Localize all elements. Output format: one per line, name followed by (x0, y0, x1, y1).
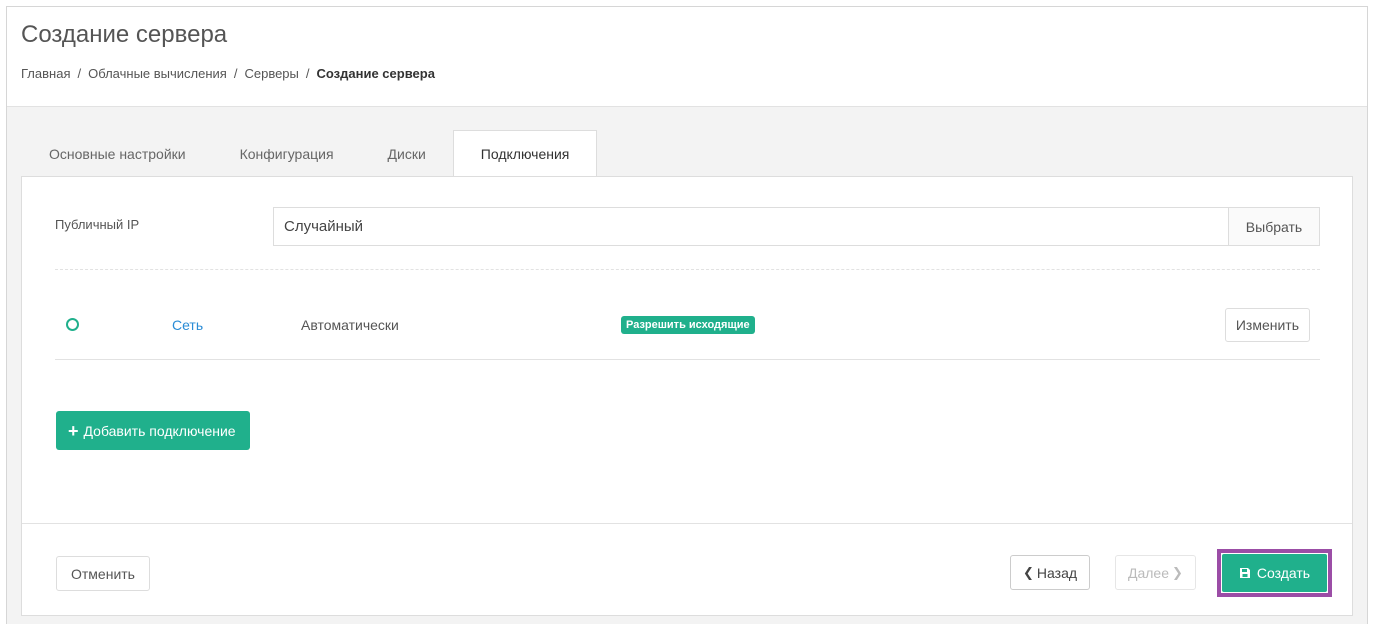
back-label: Назад (1036, 564, 1078, 581)
cancel-button[interactable]: Отменить (56, 556, 150, 591)
chevron-right-icon: ❯ (1172, 564, 1183, 580)
network-link[interactable]: Сеть (172, 317, 203, 333)
tab-connections[interactable]: Подключения (452, 130, 598, 177)
page-header: Создание сервера Главная / Облачные вычи… (7, 7, 1367, 107)
breadcrumb-home[interactable]: Главная (21, 66, 70, 81)
tab-configuration[interactable]: Конфигурация (213, 130, 361, 177)
breadcrumb: Главная / Облачные вычисления / Серверы … (21, 66, 435, 81)
tab-disks[interactable]: Диски (361, 130, 453, 177)
create-label: Создать (1256, 565, 1311, 581)
plus-icon: + (68, 420, 79, 441)
chevron-left-icon: ❮ (1023, 564, 1034, 580)
footer-divider (22, 523, 1352, 524)
tab-basic-settings[interactable]: Основные настройки (22, 130, 213, 177)
tab-bar: Основные настройки Конфигурация Диски По… (22, 130, 598, 177)
breadcrumb-current: Создание сервера (316, 66, 435, 81)
select-ip-button[interactable]: Выбрать (1228, 207, 1320, 246)
public-ip-label: Публичный IP (55, 217, 140, 232)
next-button: Далее ❯ (1115, 555, 1196, 590)
breadcrumb-separator: / (305, 66, 310, 81)
change-connection-button[interactable]: Изменить (1224, 308, 1310, 342)
breadcrumb-cloud-computing[interactable]: Облачные вычисления (88, 66, 227, 81)
breadcrumb-separator: / (233, 66, 238, 81)
add-connection-button[interactable]: + Добавить подключение (56, 411, 250, 450)
section-divider (55, 269, 1320, 270)
breadcrumb-servers[interactable]: Серверы (244, 66, 298, 81)
public-ip-group: Выбрать (273, 207, 1320, 246)
connection-radio[interactable] (66, 318, 79, 331)
app-frame: Создание сервера Главная / Облачные вычи… (6, 6, 1368, 624)
public-ip-input[interactable] (273, 207, 1228, 246)
connections-panel: Публичный IP Выбрать Сеть Автоматически … (21, 176, 1353, 616)
next-label: Далее (1128, 564, 1170, 581)
page-title: Создание сервера (21, 21, 228, 48)
create-button[interactable]: Создать (1222, 554, 1327, 592)
back-button[interactable]: ❮ Назад (1010, 555, 1091, 590)
add-connection-label: Добавить подключение (83, 422, 236, 439)
ip-assignment-text: Автоматически (301, 317, 399, 333)
save-icon (1239, 568, 1250, 578)
allow-outgoing-badge: Разрешить исходящие (621, 316, 755, 334)
breadcrumb-separator: / (77, 66, 82, 81)
connection-row: Сеть Автоматически Разрешить исходящие И… (55, 302, 1320, 360)
